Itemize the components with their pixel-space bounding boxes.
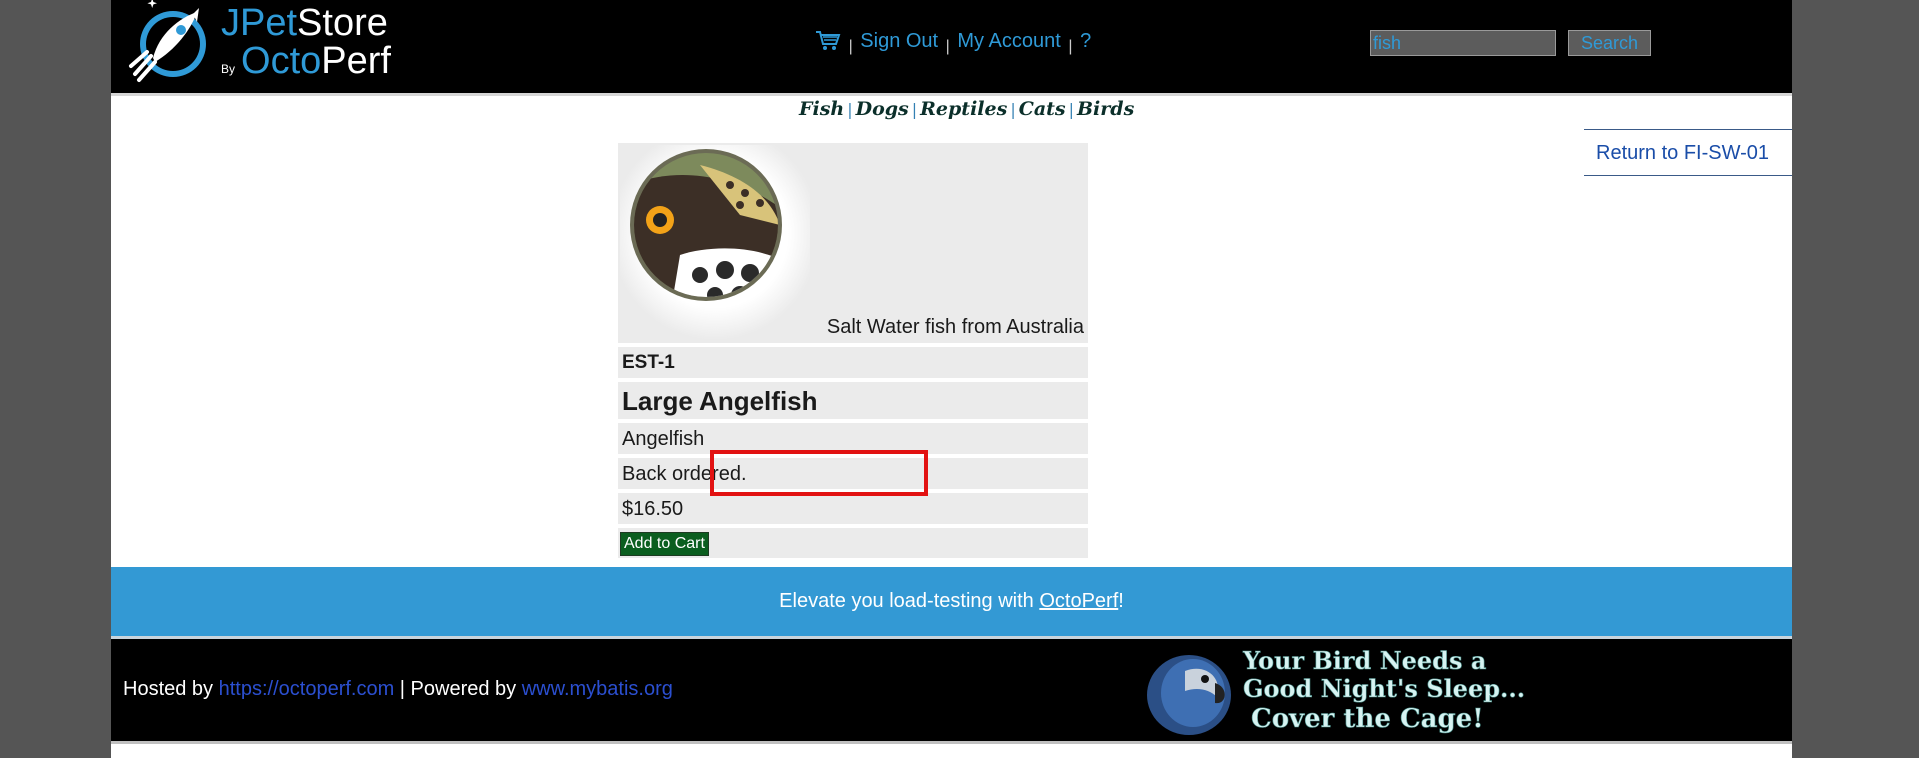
quicklink-birds[interactable]: Birds [1077,98,1134,120]
logo-perf: Perf [321,40,391,82]
promo-banner: Elevate you load-testing with OctoPerf! [111,567,1792,639]
hosted-by-label: Hosted by [123,678,219,700]
banner-line-3: Cover the Cage! [1251,704,1484,734]
product-name-row: Angelfish [618,423,1088,454]
back-link-container: Return to FI-SW-01 [1584,129,1792,176]
item-image-row: Salt Water fish from Australia [618,143,1088,343]
logo-jpet: JPet [221,2,298,44]
powered-by-label: | Powered by [394,678,522,700]
help-link[interactable]: ? [1080,30,1091,52]
page: JPetStore By OctoPerf | Sign Out | My Acc… [111,0,1792,758]
quicklink-separator: | [911,100,918,119]
item-name-row: Large Angelfish [618,382,1088,419]
item-name: Large Angelfish [622,386,818,416]
logo-by: By [221,62,236,76]
sign-out-link[interactable]: Sign Out [860,30,938,52]
promo-text-lead: Elevate you load-testing with [779,590,1040,612]
quicklink-fish[interactable]: Fish [799,98,844,120]
logo-title: JPetStore [221,2,388,45]
shopping-cart-icon [816,30,841,50]
stock-status: Back ordered. [622,463,747,485]
rocket-logo-icon [129,0,206,82]
logo-subtitle: By OctoPerf [221,40,391,83]
quicklink-cats[interactable]: Cats [1019,98,1066,120]
stock-status-row: Back ordered. [618,458,1088,489]
menu-separator: | [945,38,950,55]
price-row: $16.50 [618,493,1088,524]
footer-credits: Hosted by https://octoperf.com | Powered… [123,678,673,701]
item-code-row: EST-1 [618,347,1088,378]
item-description: Salt Water fish from Australia [826,316,1084,338]
add-to-cart-button[interactable]: Add to Cart [620,532,709,556]
search-input[interactable] [1370,30,1556,56]
quicklink-separator: | [1010,100,1016,119]
footer: Hosted by https://octoperf.com | Powered… [111,639,1792,744]
quicklink-reptiles[interactable]: Reptiles [920,98,1007,120]
logo-store: Store [297,2,388,44]
promo-text: Elevate you load-testing with OctoPerf! [111,590,1792,613]
banner-line-2: Good Night's Sleep... [1243,674,1525,703]
quicklink-dogs[interactable]: Dogs [856,98,909,120]
logo-link[interactable]: JPetStore By OctoPerf [123,0,393,88]
item-price: $16.50 [622,498,684,520]
product-name: Angelfish [622,428,705,450]
promo-text-tail: ! [1118,590,1124,612]
quicklink-separator: | [1068,100,1074,119]
header-menu: | Sign Out | My Account | ? [815,30,1091,55]
return-to-product-link[interactable]: Return to FI-SW-01 [1596,142,1769,165]
mybatis-link[interactable]: www.mybatis.org [522,678,673,700]
octoperf-site-link[interactable]: https://octoperf.com [219,678,395,700]
add-to-cart-row: Add to Cart [618,528,1088,558]
octoperf-promo-link[interactable]: OctoPerf [1039,590,1118,612]
my-account-link[interactable]: My Account [957,30,1060,52]
banner-line-1: Your Bird Needs a [1242,646,1486,675]
bird-banner-ad: Your Bird Needs a Good Night's Sleep... … [1145,643,1535,739]
menu-separator: | [1068,38,1073,55]
quicklink-separator: | [847,100,853,119]
item-code: EST-1 [622,352,675,373]
search-button[interactable]: Search [1568,30,1651,56]
category-quicklinks: Fish | Dogs | Reptiles | Cats | Birds [799,98,1134,120]
cart-link[interactable] [815,30,847,52]
header: JPetStore By OctoPerf | Sign Out | My Acc… [111,0,1792,96]
angelfish-image [620,145,810,340]
menu-separator: | [848,38,853,55]
logo-octo: Octo [241,40,322,82]
